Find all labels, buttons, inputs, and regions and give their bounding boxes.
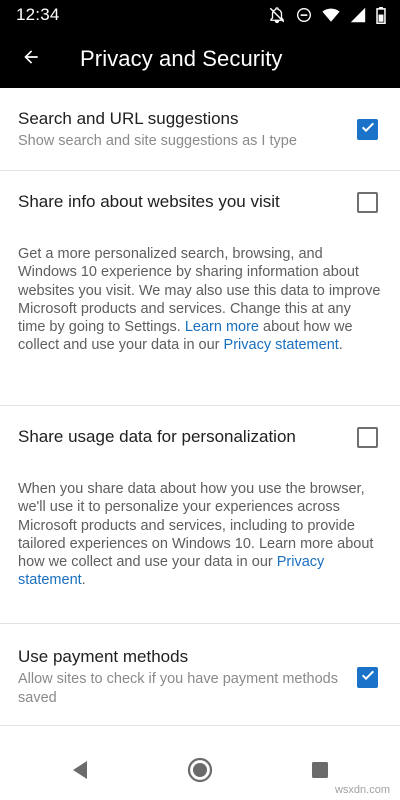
setting-description: When you share data about how you use th… <box>18 481 374 589</box>
system-nav-bar: wsxdn.com <box>0 745 400 800</box>
back-triangle-icon <box>71 760 89 785</box>
page-title: Privacy and Security <box>80 46 283 71</box>
status-time: 12:34 <box>16 5 60 24</box>
setting-search-suggestions[interactable]: Search and URL suggestions Show search a… <box>0 88 400 171</box>
signal-icon <box>350 7 366 23</box>
battery-icon <box>376 6 386 24</box>
recents-square-icon <box>311 761 329 784</box>
status-bar: 12:34 <box>0 0 400 30</box>
search-suggestions-checkbox[interactable] <box>357 119 378 140</box>
setting-title: Share info about websites you visit <box>18 192 280 211</box>
setting-description: Get a more personalized search, browsing… <box>18 246 381 354</box>
setting-share-usage-data[interactable]: Share usage data for personalization Whe… <box>0 406 400 624</box>
settings-list[interactable]: Search and URL suggestions Show search a… <box>0 88 400 745</box>
setting-subtitle: Allow sites to check if you have payment… <box>18 671 338 706</box>
wifi-icon <box>322 7 340 23</box>
share-website-info-checkbox[interactable] <box>357 191 378 213</box>
status-icons <box>268 6 386 24</box>
check-icon <box>360 667 376 688</box>
watermark: wsxdn.com <box>334 784 390 796</box>
home-circle-icon <box>187 757 213 788</box>
setting-subtitle: Show search and site suggestions as I ty… <box>18 133 297 149</box>
setting-title: Use payment methods <box>18 647 189 666</box>
nav-back-button[interactable] <box>60 753 100 793</box>
setting-share-website-info[interactable]: Share info about websites you visit Get … <box>0 171 400 406</box>
nav-home-button[interactable] <box>180 753 220 793</box>
learn-more-link[interactable]: Learn more <box>185 319 259 335</box>
setting-payment-methods[interactable]: Use payment methods Allow sites to check… <box>0 624 400 726</box>
app-bar: Privacy and Security <box>0 30 400 88</box>
do-not-disturb-icon <box>296 7 312 23</box>
check-icon <box>360 119 376 140</box>
notifications-off-icon <box>268 6 286 24</box>
arrow-left-icon <box>21 47 41 72</box>
back-button[interactable] <box>0 30 62 88</box>
setting-title: Search and URL suggestions <box>18 109 239 128</box>
payment-methods-checkbox[interactable] <box>357 666 378 688</box>
privacy-statement-link[interactable]: Privacy statement <box>224 337 339 353</box>
share-usage-data-checkbox[interactable] <box>357 426 378 448</box>
setting-title: Share usage data for personalization <box>18 427 296 446</box>
